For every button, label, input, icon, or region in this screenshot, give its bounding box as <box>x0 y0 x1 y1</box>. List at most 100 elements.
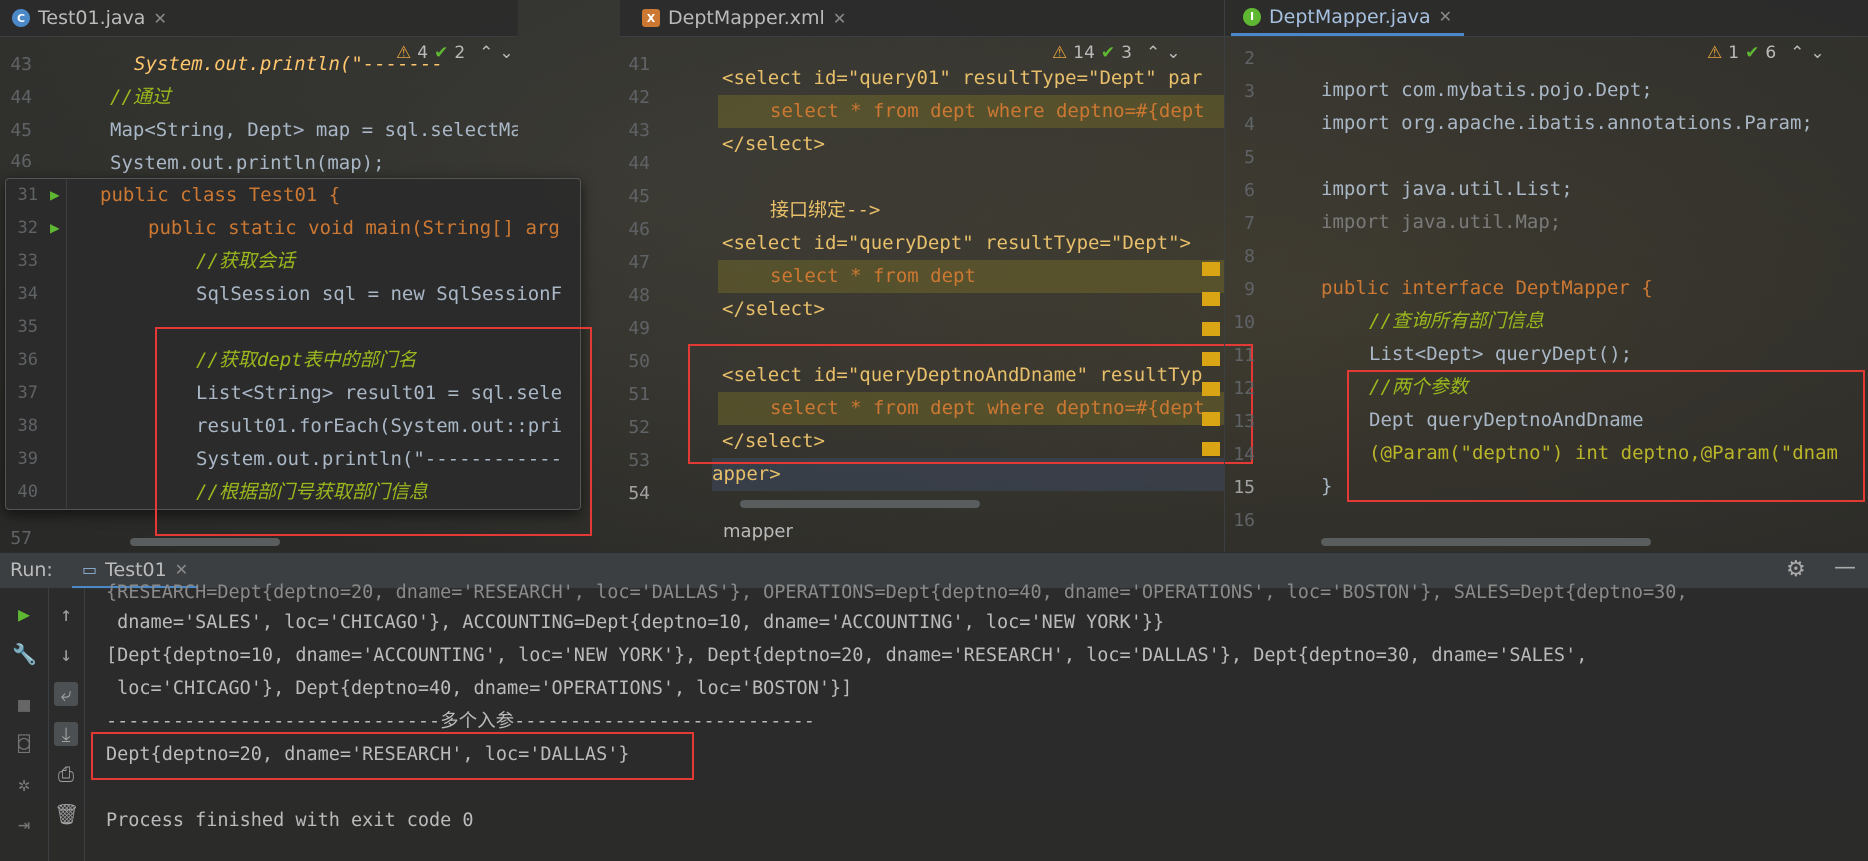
camera-icon[interactable]: ⌼ <box>12 732 36 756</box>
highlight-box <box>1347 370 1865 502</box>
trash-icon[interactable]: 🗑 <box>54 802 79 826</box>
exit-icon[interactable]: ⇥ <box>12 812 36 836</box>
line-number: 48 <box>628 285 650 306</box>
gutter: 2 3 4 5 6 7 8 9 10 11 12 13 14 15 16 <box>1225 36 1305 552</box>
java-class-icon: C <box>12 9 30 27</box>
highlight-box <box>688 344 1253 464</box>
line-number: 46 <box>628 219 650 240</box>
rerun-icon[interactable]: ▶ <box>12 602 36 626</box>
tab-bar: I DeptMapper.java ✕ <box>1225 0 1868 37</box>
line-number: 12 <box>1233 378 1255 399</box>
run-toolbar: ▶ 🔧 ■ ⌼ ✲ ⇥ <box>0 588 49 861</box>
arrow-up-icon[interactable]: ↑ <box>54 602 78 626</box>
minimize-icon[interactable]: — <box>1834 555 1856 580</box>
line-number: 51 <box>628 384 650 405</box>
line-number: 6 <box>1244 180 1255 201</box>
run-gutter-icon[interactable]: ▶ <box>50 218 60 237</box>
line-number: 52 <box>628 417 650 438</box>
code-line: public class Test01 { <box>100 184 341 206</box>
code-line: <select id="query01" resultType="Dept" p… <box>722 67 1203 89</box>
code-line: select * from dept <box>770 265 976 287</box>
code-line: <select id="queryDept" resultType="Dept"… <box>722 232 1191 254</box>
warning-icon: ⚠ <box>1052 43 1068 63</box>
code-line: public interface DeptMapper { <box>1321 277 1653 299</box>
code-line: import com.mybatis.pojo.Dept; <box>1321 79 1653 101</box>
console-toolbar: ↑ ↓ ⤶ ⤓ ⎙ 🗑 <box>48 588 85 861</box>
soft-wrap-icon[interactable]: ⤶ <box>54 682 78 706</box>
code-line: SqlSession sql = new SqlSessionF <box>196 283 563 305</box>
chevron-down-icon[interactable]: ⌄ <box>1810 43 1824 63</box>
error-stripe-marker <box>1202 322 1220 336</box>
code-line: </select> <box>722 298 825 320</box>
close-icon[interactable]: ✕ <box>1439 7 1452 26</box>
console: ▶ 🔧 ■ ⌼ ✲ ⇥ ↑ ↓ ⤶ ⤓ ⎙ 🗑 {RESEARCH=Dept{d… <box>0 582 1868 861</box>
line-number: 15 <box>1233 477 1255 498</box>
line-number: 33 <box>17 251 38 271</box>
line-number: 43 <box>10 54 32 75</box>
line-number: 39 <box>17 449 38 469</box>
console-line: {RESEARCH=Dept{deptno=20, dname='RESEARC… <box>106 582 1688 603</box>
settings-icon[interactable]: ✲ <box>12 772 36 796</box>
line-number: 45 <box>10 120 32 141</box>
line-number: 38 <box>17 416 38 436</box>
breadcrumb[interactable]: mapper <box>723 521 793 542</box>
inspection-widget[interactable]: ⚠ 1 ✔ 6 ⌃ ⌄ <box>1707 40 1825 66</box>
horizontal-scrollbar[interactable] <box>1321 538 1651 546</box>
print-icon[interactable]: ⎙ <box>54 762 78 786</box>
line-number: 46 <box>10 151 32 172</box>
line-number: 53 <box>628 450 650 471</box>
code-line: import java.util.List; <box>1321 178 1573 200</box>
console-line: [Dept{deptno=10, dname='ACCOUNTING', loc… <box>106 645 1588 666</box>
code-line: System.out.println("------- <box>134 53 443 75</box>
code-line: </select> <box>722 133 825 155</box>
wrench-icon[interactable]: 🔧 <box>12 642 37 666</box>
line-number: 5 <box>1244 147 1255 168</box>
scroll-to-end-icon[interactable]: ⤓ <box>54 722 78 746</box>
tab-deptmapper-xml[interactable]: X DeptMapper.xml ✕ <box>630 0 858 36</box>
chevron-down-icon[interactable]: ⌄ <box>1166 43 1180 63</box>
horizontal-scrollbar[interactable] <box>130 538 280 546</box>
line-number: 13 <box>1233 411 1255 432</box>
error-stripe-marker <box>1202 292 1220 306</box>
line-number: 35 <box>17 317 38 337</box>
line-number: 41 <box>628 54 650 75</box>
tab-deptmapper-java[interactable]: I DeptMapper.java ✕ <box>1231 0 1464 36</box>
warning-icon: ⚠ <box>1707 43 1723 63</box>
line-number: 31 <box>17 185 38 205</box>
line-number: 50 <box>628 351 650 372</box>
close-icon[interactable]: ✕ <box>153 9 166 28</box>
console-line: loc='CHICAGO'}, Dept{deptno=40, dname='O… <box>106 678 853 699</box>
close-icon[interactable]: ✕ <box>833 9 846 28</box>
tab-bar: X DeptMapper.xml ✕ <box>620 0 1224 37</box>
line-number: 54 <box>628 483 650 504</box>
line-number: 44 <box>10 87 32 108</box>
tab-label: Test01.java <box>38 7 146 29</box>
stop-icon[interactable]: ■ <box>12 692 36 716</box>
horizontal-scrollbar[interactable] <box>740 500 980 508</box>
code-line: import org.apache.ibatis.annotations.Par… <box>1321 112 1813 134</box>
console-line: dname='SALES', loc='CHICAGO'}, ACCOUNTIN… <box>106 612 1165 633</box>
line-number: 43 <box>628 120 650 141</box>
tab-test01-java[interactable]: C Test01.java ✕ <box>0 0 179 36</box>
line-number: 47 <box>628 252 650 273</box>
console-line: Process finished with exit code 0 <box>106 810 474 831</box>
tab-bar: C Test01.java ✕ <box>0 0 518 37</box>
code-comment: //查询所有部门信息 <box>1369 310 1544 332</box>
run-gutter-icon[interactable]: ▶ <box>50 185 60 204</box>
line-number: 16 <box>1233 510 1255 531</box>
tab-label: DeptMapper.xml <box>668 7 825 29</box>
line-number: 11 <box>1233 345 1255 366</box>
line-number: 14 <box>1233 444 1255 465</box>
chevron-up-icon[interactable]: ⌃ <box>1790 43 1804 63</box>
code-comment: 接口绑定--> <box>770 199 881 221</box>
error-stripe-marker <box>1202 262 1220 276</box>
line-number: 9 <box>1244 279 1255 300</box>
gear-icon[interactable]: ⚙ <box>1786 557 1806 582</box>
arrow-down-icon[interactable]: ↓ <box>54 642 78 666</box>
check-icon: ✔ <box>1100 43 1116 63</box>
line-number: 32 <box>17 218 38 238</box>
line-number: 3 <box>1244 81 1255 102</box>
tab-label: DeptMapper.java <box>1269 5 1431 28</box>
chevron-up-icon[interactable]: ⌃ <box>1146 43 1160 63</box>
line-number: 4 <box>1244 114 1255 135</box>
